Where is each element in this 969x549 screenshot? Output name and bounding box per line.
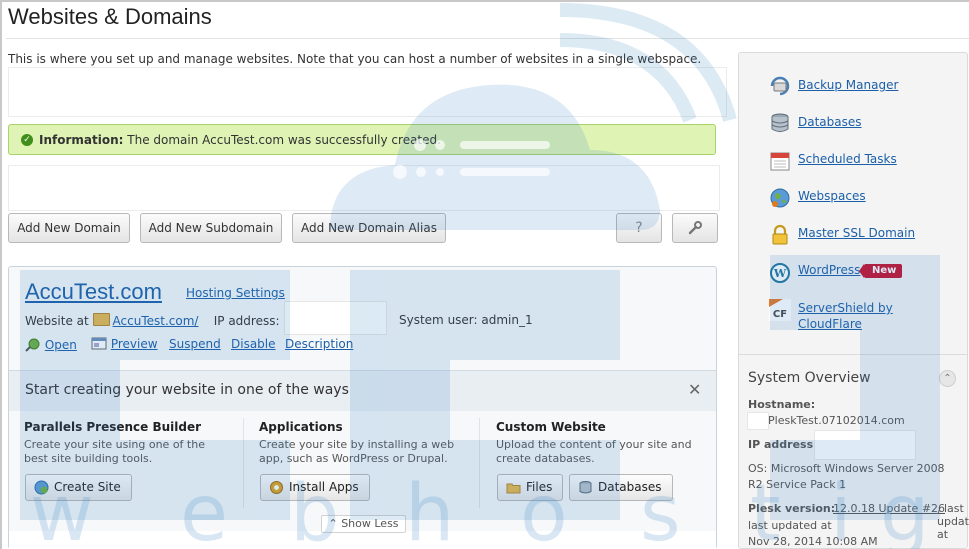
window-left-border	[0, 0, 2, 549]
website-at-label: Website at	[25, 314, 89, 328]
new-badge: New	[858, 264, 903, 278]
collapse-button[interactable]: ⌃	[939, 370, 956, 387]
install-apps-button[interactable]: Install Apps	[260, 474, 370, 501]
applications-desc: Create your site by installing a web app…	[259, 438, 455, 465]
os-line2: R2 Service Pack 1	[748, 478, 847, 491]
tools-button[interactable]	[672, 213, 718, 243]
info-message: ✓ Information: The domain AccuTest.com w…	[8, 124, 716, 155]
search-globe-icon	[25, 338, 40, 352]
sidebar-item-servershield[interactable]: ServerShield by CloudFlare	[798, 300, 893, 332]
ip-label: IP address:	[213, 314, 280, 328]
custom-website-title: Custom Website	[496, 420, 606, 434]
page-title: Websites & Domains	[8, 4, 212, 29]
folder-icon	[92, 313, 110, 326]
sidebar-item-backup[interactable]: Backup Manager	[798, 78, 898, 92]
suspend-link[interactable]: Suspend	[169, 337, 221, 351]
ip-address-label: IP address:	[748, 438, 818, 451]
title-divider	[6, 38, 969, 39]
info-label: Information:	[39, 133, 124, 147]
create-site-label: Create Site	[54, 480, 121, 494]
updated-line2: last updated at	[748, 519, 832, 532]
help-button[interactable]: ?	[616, 213, 662, 243]
hosting-settings-link[interactable]: Hosting Settings	[186, 286, 285, 300]
open-action[interactable]: Open	[25, 337, 77, 353]
sidebar-item-master-ssl[interactable]: Master SSL Domain	[798, 226, 915, 240]
website-row: Website at AccuTest.com/ IP address:	[25, 313, 280, 328]
gear-icon	[270, 481, 283, 494]
sidebar-item-scheduled-tasks[interactable]: Scheduled Tasks	[798, 152, 897, 166]
redacted-area	[8, 67, 727, 117]
panel-bottom	[9, 531, 716, 549]
files-label: Files	[526, 480, 553, 494]
applications-title: Applications	[259, 420, 343, 434]
column-divider-2	[479, 418, 480, 508]
domain-name-link[interactable]: AccuTest.com	[25, 279, 162, 305]
system-overview-title: System Overview	[748, 370, 871, 386]
close-icon[interactable]: ✕	[688, 380, 701, 399]
updated-line1: , last updated at	[937, 502, 969, 541]
sidebar-item-databases[interactable]: Databases	[798, 115, 862, 129]
os-line1: OS: Microsoft Windows Server 2008	[748, 462, 945, 475]
sidebar-item-webspaces[interactable]: Webspaces	[798, 189, 866, 203]
custom-website-desc: Upload the content of your site and crea…	[496, 438, 692, 465]
redacted-area-2	[8, 165, 720, 211]
add-subdomain-button[interactable]: Add New Subdomain	[140, 213, 282, 243]
install-apps-label: Install Apps	[289, 480, 359, 494]
website-link[interactable]: AccuTest.com/	[113, 314, 199, 328]
svg-text:CF: CF	[773, 309, 787, 320]
cloudflare-icon: CF	[769, 299, 791, 321]
database-icon	[771, 113, 789, 132]
hostname-value: PleskTest.07102014.com	[768, 414, 905, 427]
plesk-version-label: Plesk version:	[748, 502, 836, 515]
hostname-redacted	[747, 412, 769, 430]
window-top-border	[0, 0, 969, 2]
databases-button[interactable]: Databases	[569, 474, 673, 501]
backup-icon	[770, 76, 790, 96]
ip-address-redacted	[814, 430, 916, 460]
add-domain-alias-button[interactable]: Add New Domain Alias	[292, 213, 446, 243]
database-icon	[579, 481, 592, 494]
add-domain-button[interactable]: Add New Domain	[8, 213, 130, 243]
description-link[interactable]: Description	[285, 337, 353, 351]
preview-link[interactable]: Preview	[111, 337, 158, 351]
info-text: The domain AccuTest.com was successfully…	[127, 133, 441, 147]
page-intro: This is where you set up and manage webs…	[8, 52, 702, 66]
preview-icon	[91, 337, 107, 350]
create-site-button[interactable]: Create Site	[25, 474, 132, 501]
system-user: System user: admin_1	[399, 313, 533, 327]
sidebar-divider	[739, 354, 967, 355]
check-icon: ✓	[21, 134, 33, 146]
preview-action[interactable]: Preview	[91, 337, 158, 351]
plesk-version-link[interactable]: 12.0.18 Update #26	[833, 502, 945, 515]
presence-builder-icon	[34, 480, 49, 495]
globe-icon	[770, 188, 790, 208]
show-less-button[interactable]: ⌃ Show Less	[321, 515, 406, 533]
wrench-icon	[688, 221, 702, 235]
wordpress-icon: W	[770, 263, 790, 283]
hostname-label: Hostname:	[748, 398, 816, 411]
svg-text:W: W	[773, 267, 787, 280]
open-link[interactable]: Open	[45, 338, 77, 352]
databases-label: Databases	[598, 480, 662, 494]
servershield-line1[interactable]: ServerShield by	[798, 300, 893, 316]
lock-icon	[772, 224, 788, 245]
ip-redacted	[284, 301, 387, 335]
start-creating-title: Start creating your website in one of th…	[25, 382, 349, 398]
column-divider	[243, 418, 244, 508]
folder-icon	[506, 483, 521, 494]
updated-date: Nov 28, 2014 10:08 AM	[748, 535, 878, 548]
files-button[interactable]: Files	[497, 474, 564, 501]
presence-builder-desc: Create your site using one of the best s…	[24, 438, 205, 465]
presence-builder-title: Parallels Presence Builder	[24, 420, 202, 434]
disable-link[interactable]: Disable	[231, 337, 276, 351]
sidebar-item-wordpress[interactable]: WordPress	[798, 263, 860, 277]
calendar-icon	[770, 152, 790, 171]
show-less-label: Show Less	[341, 517, 399, 530]
servershield-line2[interactable]: CloudFlare	[798, 316, 893, 332]
